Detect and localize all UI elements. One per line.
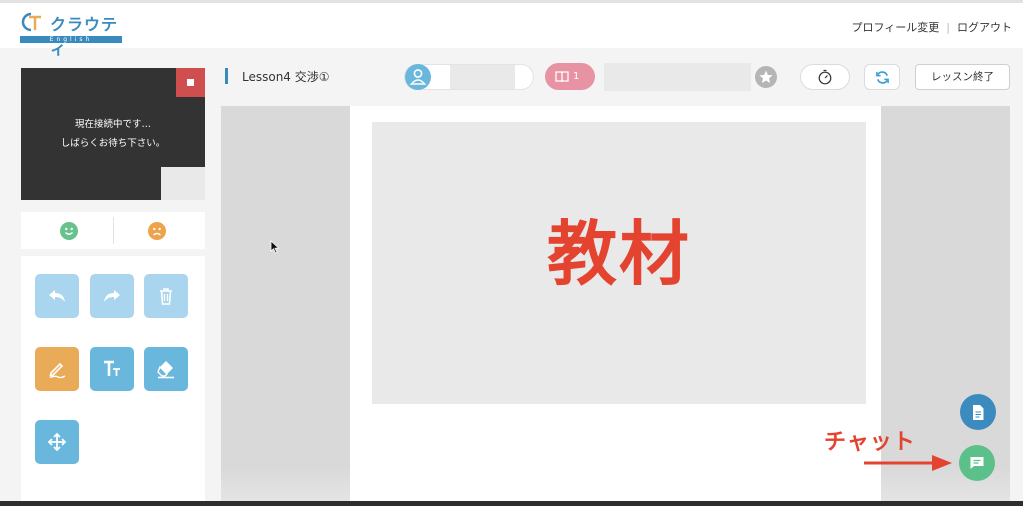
star-icon [759,70,773,83]
material-page-number: 1 [573,71,580,82]
refresh-button[interactable] [864,64,900,90]
lesson-title: Lesson4 交渉① [242,70,330,84]
cursor-icon [270,240,280,254]
text-icon [104,360,120,376]
move-icon [47,432,67,452]
document-icon [973,405,984,420]
self-view [161,167,205,200]
redo-button[interactable] [90,274,134,318]
book-icon [555,71,569,83]
redo-icon [104,290,120,302]
top-header: クラウティ English プロフィール変更 | ログアウト [0,0,1023,58]
person-icon [405,64,431,90]
header-links: プロフィール変更 | ログアウト [852,19,1013,35]
undo-button[interactable] [35,274,79,318]
material-page: 教材 [350,106,881,506]
student-selector[interactable] [404,64,534,90]
logo-text: クラウティ [50,15,119,58]
pen-icon [49,362,66,379]
reaction-divider [113,217,114,244]
material-slide[interactable]: 教材 [372,122,866,404]
chat-icon [970,457,984,469]
text-tool-button[interactable] [90,347,134,391]
stop-button[interactable] [176,68,205,97]
material-selector[interactable]: 1 [545,63,595,90]
connection-status-line2: しばらくお待ち下さい。 [60,138,166,149]
timer-button[interactable] [800,64,850,90]
connection-status: 現在接続中です… しばらくお待ち下さい。 [21,115,205,153]
logo[interactable]: クラウティ English [20,9,124,58]
video-panel: 現在接続中です… しばらくお待ち下さい。 [21,68,205,200]
trash-icon [160,288,172,305]
refresh-icon [876,71,889,84]
student-name-field [450,65,515,89]
end-lesson-button[interactable]: レッスン終了 [915,64,1010,90]
lesson-title-marker [225,68,228,84]
slide-text: 教材 [547,213,691,295]
document-button[interactable] [960,394,996,430]
eraser-tool-button[interactable] [144,347,188,391]
connection-status-line1: 現在接続中です… [74,119,151,130]
chat-button[interactable] [959,445,995,481]
profile-link[interactable]: プロフィール変更 [852,21,940,34]
stop-icon [187,79,194,86]
logo-icon [21,12,41,32]
arrow-icon [864,455,952,471]
delete-button[interactable] [144,274,188,318]
move-tool-button[interactable] [35,420,79,464]
header-separator: | [946,21,950,34]
window-bottom-edge [0,501,1023,506]
logout-link[interactable]: ログアウト [957,21,1012,34]
sad-face-icon[interactable] [148,222,166,240]
eraser-icon [157,361,174,379]
logo-subtext: English [20,36,122,43]
happy-face-icon[interactable] [60,222,78,240]
drawing-tools [21,256,205,506]
timer-icon [818,69,832,85]
reaction-panel [21,212,205,249]
pen-tool-button[interactable] [35,347,79,391]
undo-icon [49,290,65,302]
material-title-field [604,63,751,91]
favorite-button[interactable] [755,66,777,88]
